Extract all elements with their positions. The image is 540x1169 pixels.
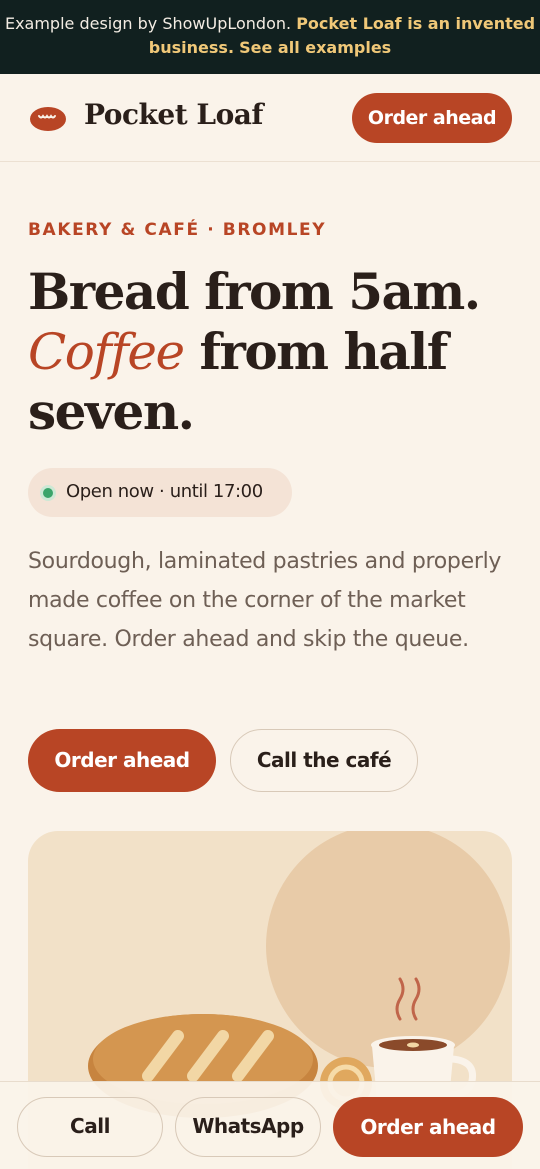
order-ahead-button[interactable]: Order ahead (28, 729, 216, 792)
bread-loaf-icon (30, 107, 66, 131)
call-button[interactable]: Call (17, 1097, 163, 1157)
banner-prefix: Example design by ShowUpLondon. (4, 14, 292, 33)
see-all-examples-link[interactable]: See all examples (239, 38, 391, 57)
site-header: Pocket Loaf Order ahead (0, 74, 540, 162)
sticky-action-bar: Call WhatsApp Order ahead (0, 1081, 540, 1169)
headline-part1: Bread from 5am. (28, 262, 481, 321)
hero-lead: Sourdough, laminated pastries and proper… (28, 549, 502, 652)
call-cafe-button[interactable]: Call the café (230, 729, 418, 792)
hero-eyebrow: BAKERY & CAFÉ · BROMLEY (28, 220, 327, 240)
whatsapp-button[interactable]: WhatsApp (175, 1097, 321, 1157)
brand-name[interactable]: Pocket Loaf (84, 98, 263, 131)
open-status-badge: Open now · until 17:00 (28, 468, 292, 517)
headline-accent: Coffee (28, 323, 185, 381)
status-dot-icon (40, 485, 56, 501)
bottom-order-button[interactable]: Order ahead (333, 1097, 523, 1157)
header-order-button[interactable]: Order ahead (352, 93, 512, 143)
status-text: Open now · until 17:00 (66, 481, 263, 502)
hero-headline: Bread from 5am. Coffee from half seven. (28, 262, 528, 442)
demo-banner: Example design by ShowUpLondon. Pocket L… (0, 0, 540, 74)
